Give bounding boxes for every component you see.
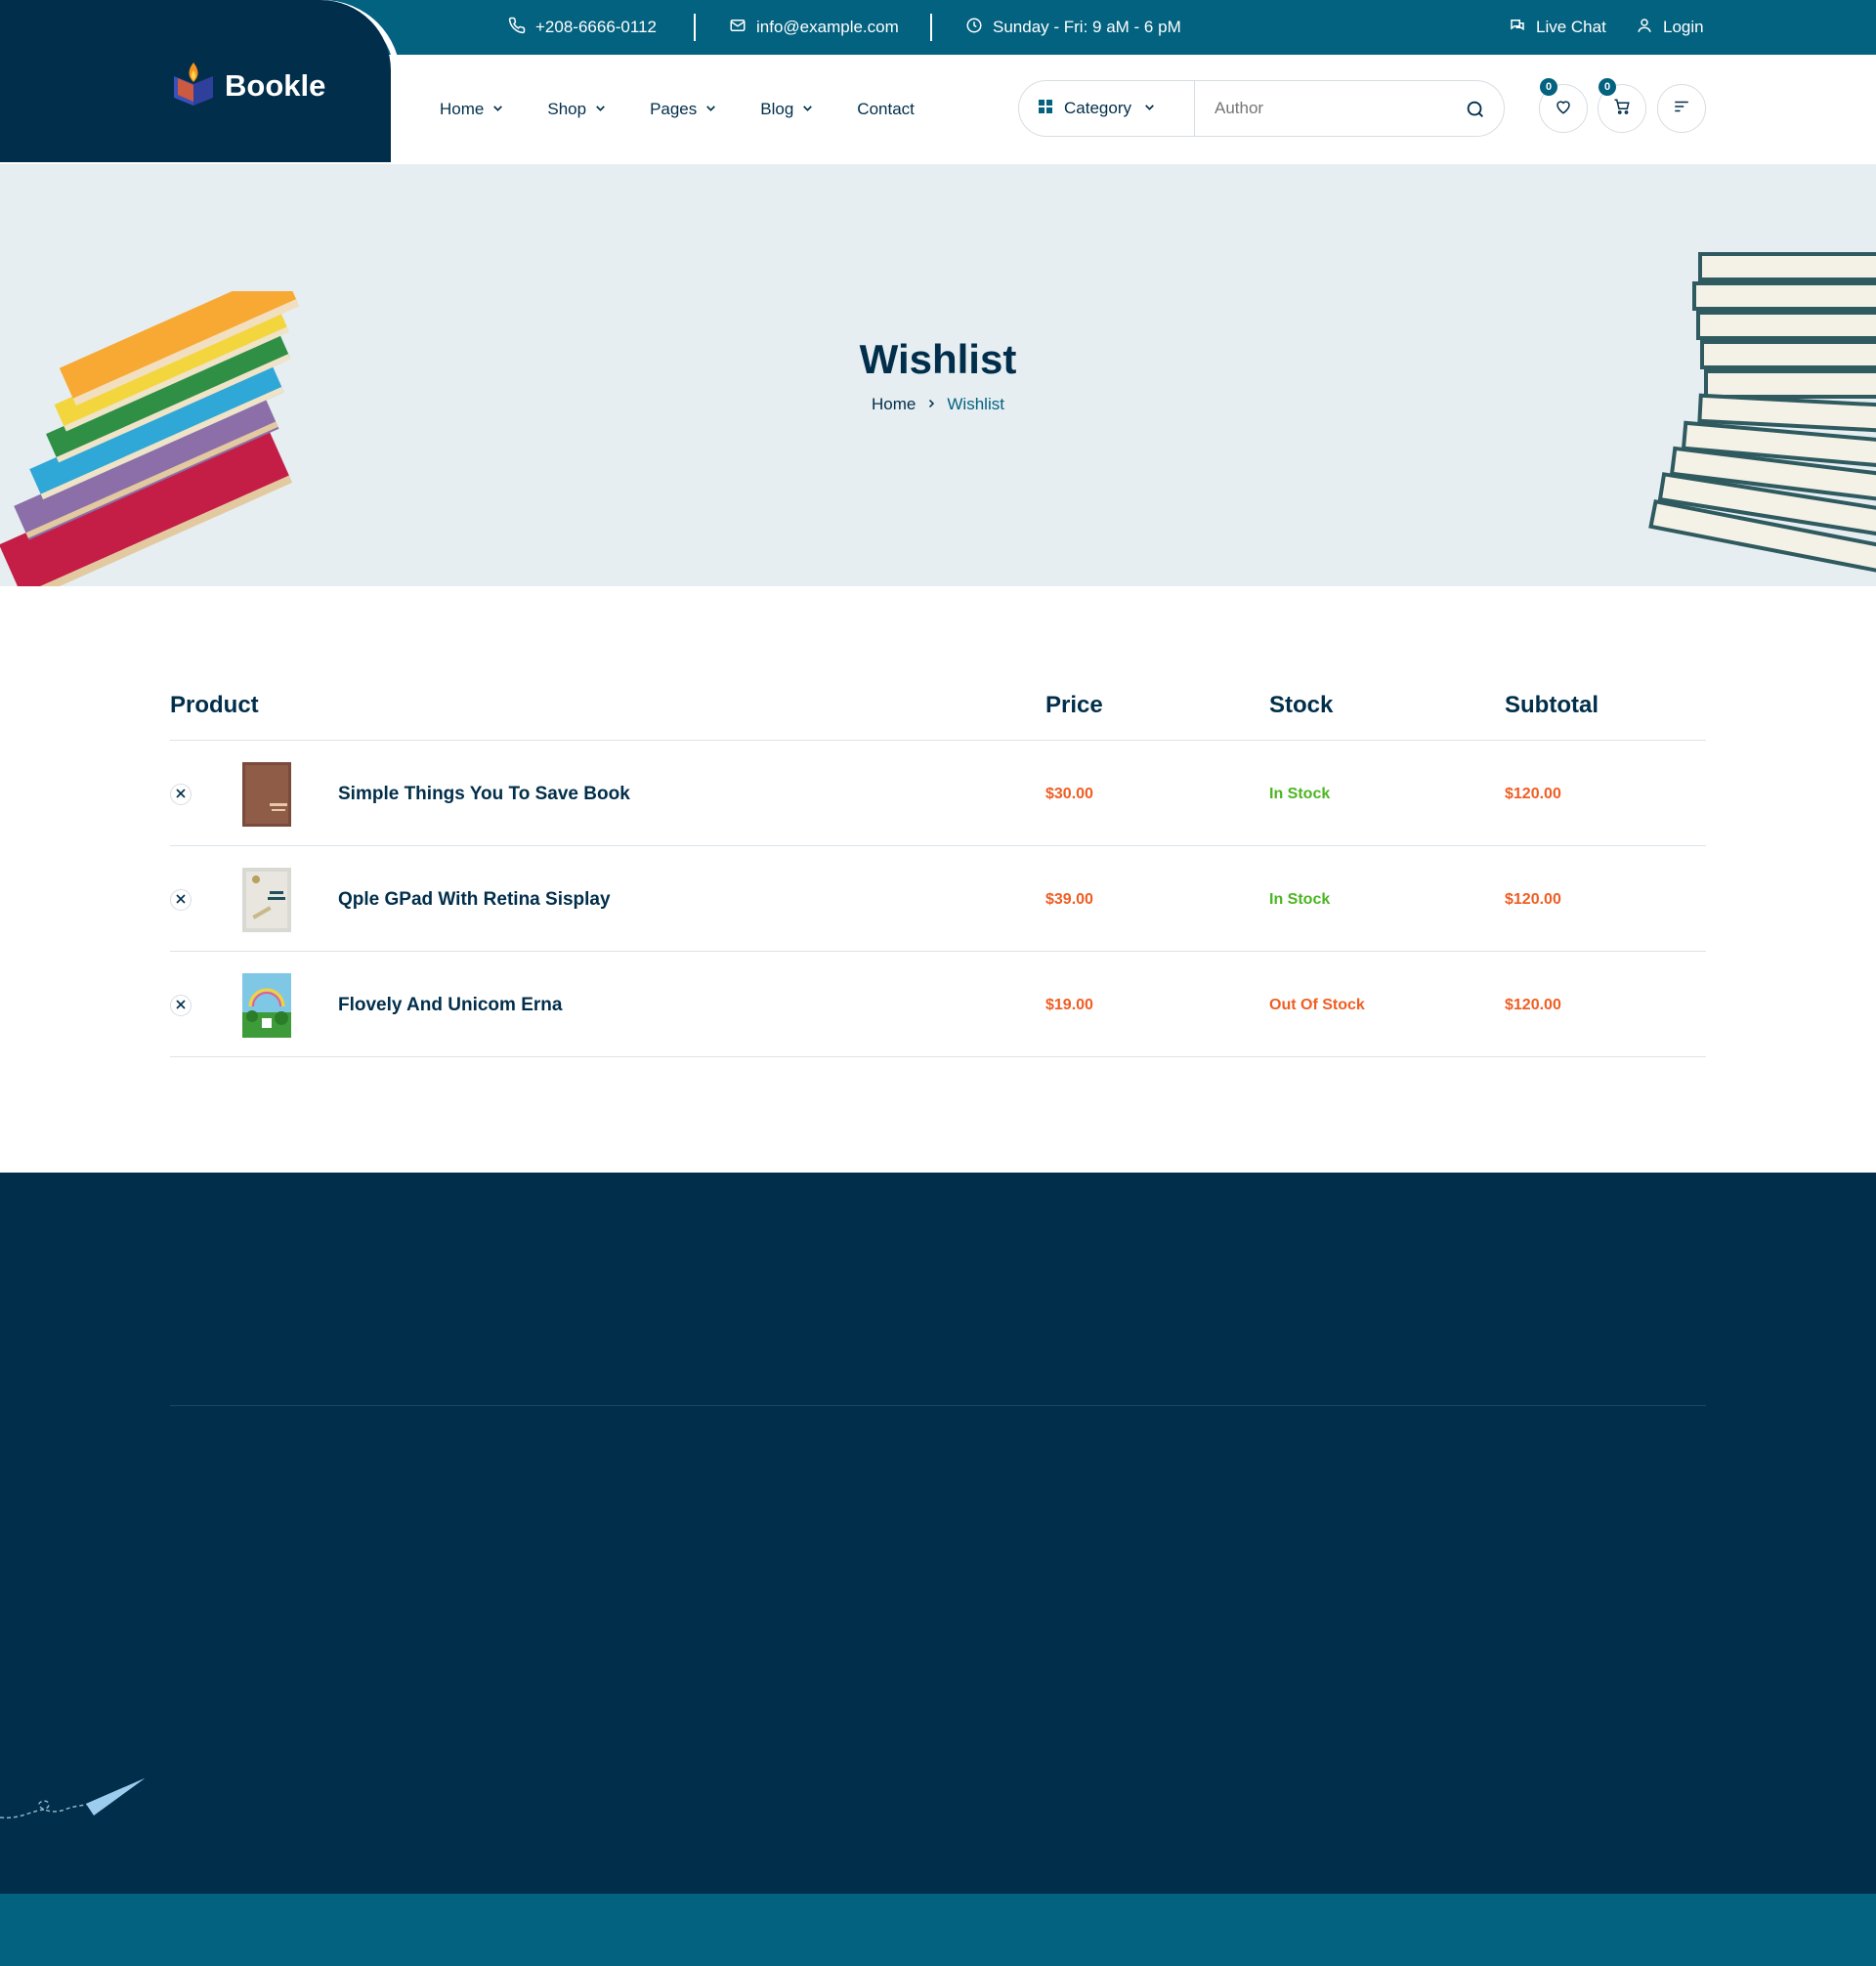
- stock-status: Out Of Stock: [1269, 997, 1365, 1013]
- paper-plane-icon: [0, 1778, 145, 1819]
- stock-status: In Stock: [1269, 891, 1331, 908]
- heart-icon: [1555, 98, 1572, 120]
- stock-status: In Stock: [1269, 786, 1331, 802]
- header-stock: Stock: [1269, 692, 1334, 718]
- nav-contact[interactable]: Contact: [857, 100, 915, 119]
- product-thumbnail[interactable]: [242, 868, 291, 932]
- live-chat-label: Live Chat: [1536, 18, 1606, 36]
- table-header: Product Price Stock Subtotal: [170, 684, 1706, 741]
- divider: [694, 14, 696, 41]
- brand-name: Bookle: [225, 67, 326, 103]
- clock-icon: [965, 17, 983, 39]
- user-icon: [1636, 17, 1653, 39]
- book-stack-right-image: [1648, 252, 1876, 576]
- email-address: info@example.com: [756, 18, 899, 36]
- menu-button[interactable]: [1657, 84, 1706, 133]
- close-icon: [176, 997, 186, 1014]
- book-logo-icon: [170, 59, 217, 112]
- nav-blog[interactable]: Blog: [760, 100, 814, 119]
- breadcrumb: Home Wishlist: [0, 395, 1876, 414]
- search-input[interactable]: [1215, 99, 1469, 118]
- product-thumbnail[interactable]: [242, 762, 291, 827]
- category-label: Category: [1064, 99, 1131, 117]
- cart-button[interactable]: 0: [1598, 78, 1646, 133]
- cart-icon: [1613, 98, 1631, 120]
- login-label: Login: [1663, 18, 1704, 36]
- nav-pages[interactable]: Pages: [650, 100, 717, 119]
- remove-item-button[interactable]: [170, 889, 192, 911]
- page-hero: Wishlist Home Wishlist: [0, 164, 1876, 586]
- nav-shop[interactable]: Shop: [547, 100, 607, 119]
- grid-icon: [1039, 99, 1052, 118]
- product-name[interactable]: Flovely And Unicom Erna: [338, 995, 562, 1016]
- chevron-down-icon: [801, 100, 814, 119]
- opening-hours: Sunday - Fri: 9 aM - 6 pM: [965, 0, 1181, 55]
- live-chat-link[interactable]: Live Chat: [1509, 0, 1606, 55]
- email-contact[interactable]: info@example.com: [729, 0, 899, 55]
- wishlist-table: Product Price Stock Subtotal Simple Thin…: [170, 684, 1706, 1057]
- nav-shop-label: Shop: [547, 100, 587, 118]
- footer-divider: [170, 1405, 1706, 1406]
- product-price: $19.00: [1045, 997, 1093, 1013]
- close-icon: [176, 786, 186, 803]
- product-thumbnail[interactable]: [242, 973, 291, 1038]
- nav-home[interactable]: Home: [440, 100, 504, 119]
- divider: [930, 14, 932, 41]
- close-icon: [176, 891, 186, 909]
- mail-icon: [729, 17, 746, 39]
- chevron-down-icon: [594, 100, 607, 119]
- hours-text: Sunday - Fri: 9 aM - 6 pM: [993, 18, 1181, 36]
- login-link[interactable]: Login: [1636, 0, 1704, 55]
- chevron-down-icon: [491, 100, 504, 119]
- header-product: Product: [170, 692, 259, 718]
- site-footer: [0, 1173, 1876, 1894]
- chevron-down-icon: [704, 100, 717, 119]
- footer-bottom-bar: [0, 1894, 1876, 1966]
- nav-home-label: Home: [440, 100, 485, 118]
- phone-number: +208-6666-0112: [535, 18, 657, 36]
- remove-item-button[interactable]: [170, 784, 192, 805]
- chevron-right-icon: [925, 395, 937, 414]
- breadcrumb-home[interactable]: Home: [872, 395, 916, 414]
- product-name[interactable]: Qple GPad With Retina Sisplay: [338, 889, 611, 911]
- header-subtotal: Subtotal: [1505, 692, 1599, 718]
- category-dropdown[interactable]: Category: [1019, 81, 1195, 136]
- main-nav: Home Shop Pages Blog Contact: [440, 55, 915, 164]
- remove-item-button[interactable]: [170, 995, 192, 1016]
- product-name[interactable]: Simple Things You To Save Book: [338, 784, 630, 805]
- page-title: Wishlist: [859, 336, 1017, 382]
- brand-logo[interactable]: Bookle: [170, 59, 325, 112]
- chevron-down-icon: [1143, 99, 1156, 118]
- product-price: $30.00: [1045, 786, 1093, 802]
- chat-icon: [1509, 17, 1526, 39]
- product-price: $39.00: [1045, 891, 1093, 908]
- product-subtotal: $120.00: [1505, 891, 1561, 908]
- nav-pages-label: Pages: [650, 100, 698, 118]
- search-bar: Category: [1018, 80, 1505, 137]
- product-subtotal: $120.00: [1505, 997, 1561, 1013]
- header-price: Price: [1045, 692, 1103, 718]
- nav-contact-label: Contact: [857, 100, 915, 118]
- wishlist-button[interactable]: 0: [1539, 78, 1588, 133]
- cart-count-badge: 0: [1599, 78, 1616, 96]
- wishlist-count-badge: 0: [1540, 78, 1557, 96]
- product-subtotal: $120.00: [1505, 786, 1561, 802]
- table-row: Flovely And Unicom Erna $19.00 Out Of St…: [170, 952, 1706, 1057]
- breadcrumb-current: Wishlist: [947, 395, 1004, 413]
- table-row: Qple GPad With Retina Sisplay $39.00 In …: [170, 846, 1706, 952]
- table-row: Simple Things You To Save Book $30.00 In…: [170, 741, 1706, 846]
- phone-icon: [508, 17, 526, 39]
- nav-blog-label: Blog: [760, 100, 794, 118]
- phone-contact[interactable]: +208-6666-0112: [508, 0, 657, 55]
- menu-lines-icon: [1673, 98, 1690, 120]
- search-icon[interactable]: [1465, 99, 1486, 120]
